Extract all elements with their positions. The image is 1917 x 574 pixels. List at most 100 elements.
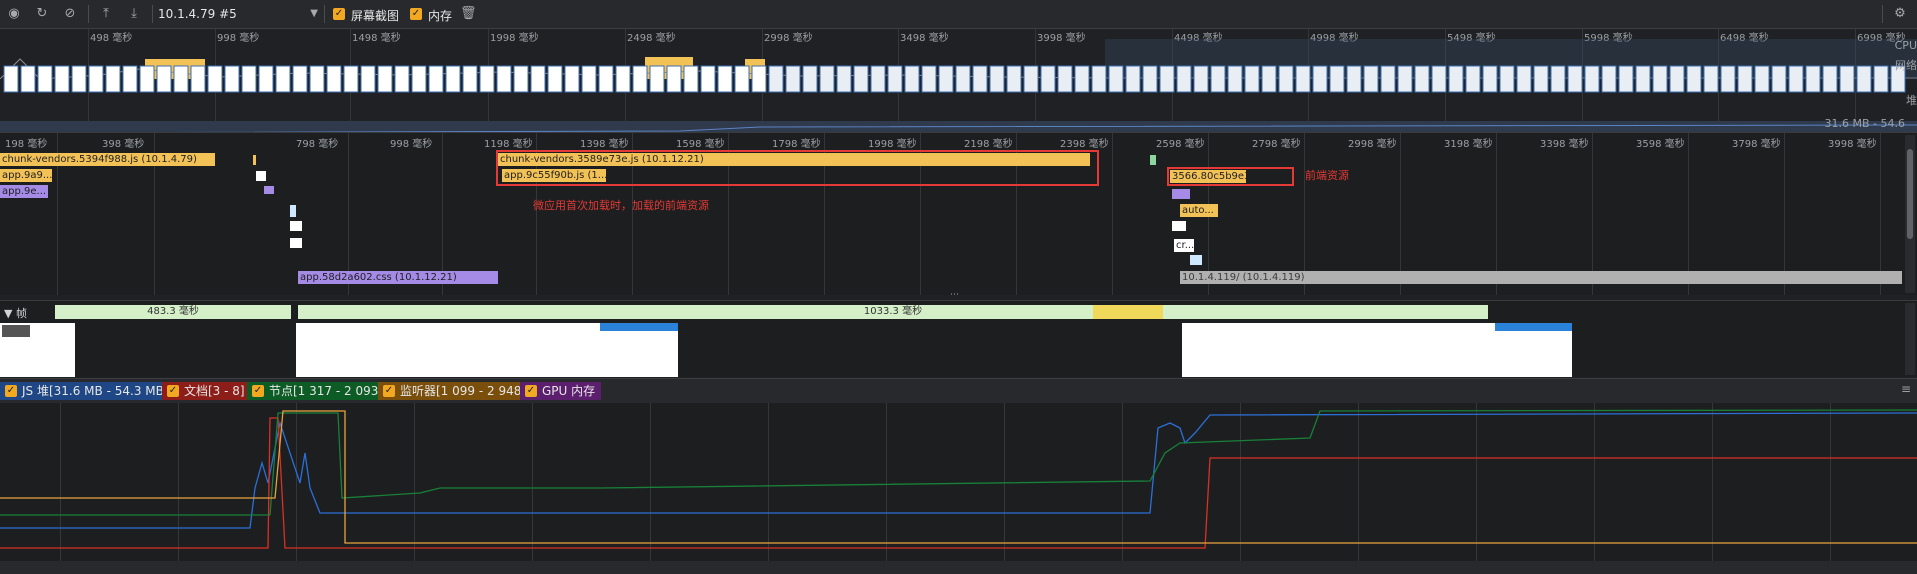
divider — [88, 5, 89, 23]
screenshot-strip[interactable] — [296, 323, 678, 377]
network-overview-cell — [479, 65, 495, 93]
frames-toggle[interactable]: ▼ 帧 — [4, 305, 27, 321]
timeline-overview[interactable]: 498 毫秒 998 毫秒 1498 毫秒 1998 毫秒 2498 毫秒 2998 毫秒… — [0, 29, 1917, 135]
network-overview-cell — [275, 65, 291, 93]
nodes-toggle[interactable]: ✓ 节点[1 317 - 2 093] — [247, 382, 390, 400]
network-overview-cell — [1380, 65, 1396, 93]
checkbox-icon: ✓ — [525, 385, 537, 397]
network-overview-cell — [1261, 65, 1277, 93]
network-overview-cell — [1023, 65, 1039, 93]
clear-icon[interactable]: ⊘ — [62, 6, 78, 22]
frames-track[interactable]: ▼ 帧 483.3 毫秒 1033.3 毫秒 — [0, 300, 1917, 377]
scrollbar-thumb[interactable] — [1907, 149, 1913, 239]
memory-counters-chart[interactable] — [0, 403, 1917, 561]
network-tick-label: 3598 毫秒 — [1636, 139, 1685, 150]
network-overview-cell — [921, 65, 937, 93]
highlight-box — [1167, 167, 1294, 186]
network-overview-cell — [1822, 65, 1838, 93]
screenshot-strip[interactable] — [1182, 323, 1572, 377]
checkbox-icon: ✓ — [5, 385, 17, 397]
network-overview-cell — [1295, 65, 1311, 93]
documents-label: 文档[3 - 8] — [184, 384, 245, 398]
network-overview-cell — [989, 65, 1005, 93]
network-tick-label: 2198 毫秒 — [964, 139, 1013, 150]
screenshots-checkbox[interactable]: ✓ — [333, 8, 345, 20]
network-overview-cell — [37, 65, 53, 93]
trash-icon[interactable]: 🗑 — [460, 6, 477, 22]
request-bar[interactable]: cr... — [1174, 239, 1194, 252]
heap-range: 31.6 MB - 54.6 — [1824, 117, 1905, 130]
network-overview-cell — [1244, 65, 1260, 93]
network-overview-cell — [20, 65, 36, 93]
request-marker[interactable] — [256, 171, 266, 181]
request-marker[interactable] — [253, 155, 256, 165]
request-marker[interactable] — [290, 205, 296, 217]
memory-checkbox[interactable]: ✓ — [410, 8, 422, 20]
network-overview-cell — [1499, 65, 1515, 93]
network-overview-cell — [513, 65, 529, 93]
network-overview-cell — [785, 65, 801, 93]
network-overview-cell — [1329, 65, 1345, 93]
network-track[interactable]: 198 毫秒 398 毫秒 798 毫秒 998 毫秒 1198 毫秒 1398 毫秒 15… — [0, 132, 1917, 295]
network-overview-cell — [224, 65, 240, 93]
js-heap-label: JS 堆[31.6 MB - 54.3 MB] — [22, 384, 169, 398]
vertical-scrollbar[interactable] — [1905, 303, 1915, 375]
frame-segment[interactable]: 483.3 毫秒 — [55, 305, 291, 319]
frame-segment[interactable]: 1033.3 毫秒 — [298, 305, 1488, 319]
request-marker[interactable] — [1172, 221, 1186, 231]
network-overview-cell — [1856, 65, 1872, 93]
network-overview-cell — [1771, 65, 1787, 93]
network-overview-cell — [1057, 65, 1073, 93]
network-overview-cell — [1703, 65, 1719, 93]
frame-segment-busy[interactable] — [1093, 305, 1163, 319]
request-bar[interactable]: auto... — [1180, 204, 1218, 217]
request-marker[interactable] — [1172, 189, 1190, 199]
menu-icon[interactable]: ≡ — [1901, 382, 1911, 396]
request-marker[interactable] — [264, 186, 274, 194]
request-marker[interactable] — [1190, 255, 1202, 265]
listeners-toggle[interactable]: ✓ 监听器[1 099 - 2 948] — [378, 382, 533, 400]
documents-toggle[interactable]: ✓ 文档[3 - 8] — [162, 382, 251, 400]
js-heap-toggle[interactable]: ✓ JS 堆[31.6 MB - 54.3 MB] — [0, 382, 175, 400]
network-overview-cell — [258, 65, 274, 93]
target-select[interactable]: 10.1.4.79 #5 ▼ — [158, 5, 318, 23]
request-bar[interactable]: 10.1.4.119/ (10.1.4.119) — [1180, 271, 1902, 284]
network-overview-cell — [734, 65, 750, 93]
download-icon[interactable]: ⤓ — [126, 6, 142, 22]
gpu-toggle[interactable]: ✓ GPU 内存 — [520, 382, 602, 400]
vertical-scrollbar[interactable] — [1905, 135, 1915, 293]
network-overview-cell — [1601, 65, 1617, 93]
network-overview-cell — [598, 65, 614, 93]
request-bar[interactable]: app.9e... — [0, 185, 48, 198]
listeners-label: 监听器[1 099 - 2 948] — [400, 384, 527, 398]
request-bar[interactable]: app.9a9... — [0, 169, 52, 182]
network-overview-cell — [1873, 65, 1889, 93]
network-overview-cell — [292, 65, 308, 93]
network-tick-label: 1998 毫秒 — [868, 139, 917, 150]
request-marker[interactable] — [290, 221, 302, 231]
network-overview-cell — [241, 65, 257, 93]
chevron-down-icon: ▼ — [310, 8, 318, 19]
request-marker[interactable] — [290, 238, 302, 248]
network-overview-cell — [853, 65, 869, 93]
record-icon[interactable]: ◉ — [6, 6, 22, 22]
network-overview-cell — [1414, 65, 1430, 93]
network-overview-cell — [343, 65, 359, 93]
network-overview-cell — [309, 65, 325, 93]
request-marker[interactable] — [1150, 155, 1156, 165]
network-overview-cell — [666, 65, 682, 93]
network-overview-cell — [1210, 65, 1226, 93]
network-overview-cell — [1686, 65, 1702, 93]
request-bar[interactable]: app.58d2a602.css (10.1.12.21) — [298, 271, 498, 284]
network-overview-cell — [1652, 65, 1668, 93]
network-overview-cell — [530, 65, 546, 93]
request-bar[interactable]: chunk-vendors.5394f988.js (10.1.4.79) — [0, 153, 215, 166]
upload-icon[interactable]: ⤒ — [98, 6, 114, 22]
network-overview-cell — [1431, 65, 1447, 93]
network-overview-cell — [1278, 65, 1294, 93]
network-tick-label: 3198 毫秒 — [1444, 139, 1493, 150]
js-heap-line — [0, 412, 1917, 529]
reload-icon[interactable]: ↻ — [34, 6, 50, 22]
gear-icon[interactable]: ⚙ — [1892, 6, 1908, 22]
resize-handle[interactable]: ⋯ — [950, 291, 966, 300]
